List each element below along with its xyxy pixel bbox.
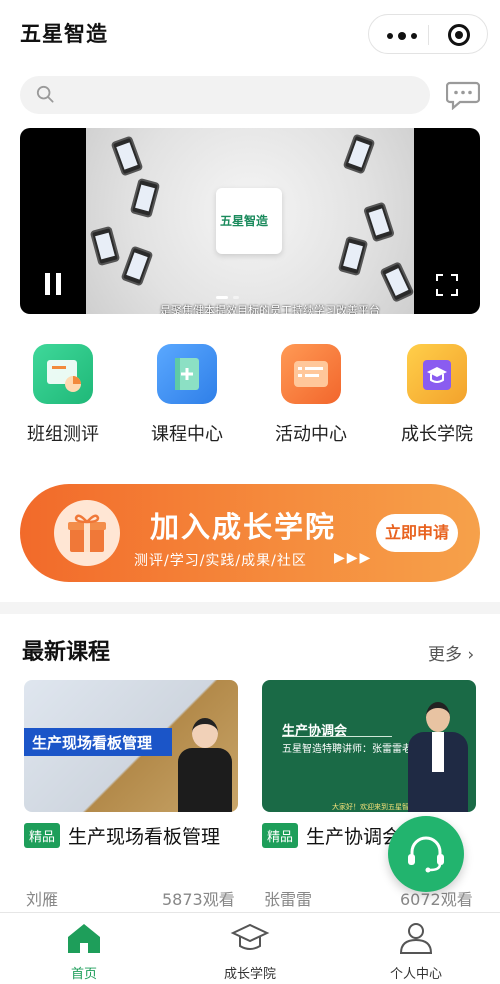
video-banner[interactable]: 五星智造 是聚焦健本提效目标的员工持续学习改善平台 (20, 128, 480, 314)
top-bar: 五星智造 (0, 0, 500, 68)
course-teacher: 张雷雷 (264, 890, 313, 909)
book-plus-icon (157, 344, 217, 404)
join-academy-banner[interactable]: 加入成长学院 测评/学习/实践/成果/社区 ▶▶▶ 立即申请 (20, 484, 480, 582)
course-thumbnail: 生产现场看板管理 (24, 680, 238, 812)
course-title: 生产现场看板管理 (68, 826, 221, 848)
activity-list-icon (281, 344, 341, 404)
graduation-cap-icon (230, 923, 270, 950)
tab-label: 个人中心 (389, 967, 442, 982)
brand-logo-text: 五星智造 (220, 214, 269, 228)
course-views: 5873观看 (162, 890, 235, 909)
search-input[interactable] (20, 76, 430, 114)
premium-tag: 精品 (24, 823, 61, 848)
feature-team-assessment[interactable]: 班组测评 (20, 344, 106, 446)
more-menu-icon[interactable] (387, 32, 417, 40)
graduation-cap-icon (407, 344, 467, 404)
lecturer-image (406, 702, 470, 812)
video-caption: 是聚焦健本提效目标的员工持续学习改善平台 (160, 304, 380, 314)
gift-icon (54, 500, 120, 566)
video-frame: 五星智造 (86, 128, 415, 314)
tab-growth-academy[interactable]: 成长学院 (190, 921, 310, 982)
feature-label: 班组测评 (27, 424, 99, 445)
bottom-tab-bar: 首页 成长学院 个人中心 (0, 912, 500, 984)
tab-home[interactable]: 首页 (24, 921, 144, 982)
feature-growth-academy[interactable]: 成长学院 (394, 344, 480, 446)
headset-icon (408, 836, 444, 873)
promo-title: 加入成长学院 (150, 510, 337, 544)
feature-label: 课程中心 (151, 424, 223, 445)
phone-graphic (89, 225, 121, 267)
section-divider (0, 602, 500, 614)
carousel-indicator (216, 296, 239, 299)
feature-label: 活动中心 (275, 424, 347, 445)
thumbnail-title-bar: 生产现场看板管理 (24, 728, 172, 756)
phone-graphic (379, 261, 415, 303)
course-card[interactable]: 生产现场看板管理 精品 生产现场看板管理 (24, 680, 238, 849)
lecturer-image (174, 718, 234, 812)
pause-icon[interactable] (44, 273, 64, 295)
customer-service-button[interactable] (388, 816, 464, 892)
phone-graphic (110, 135, 144, 177)
phone-graphic (120, 245, 154, 287)
clipboard-chart-icon (33, 344, 93, 404)
capsule-divider (428, 25, 429, 45)
feature-label: 成长学院 (401, 424, 473, 445)
mini-program-capsule (368, 14, 488, 54)
section-title: 最新课程 (22, 640, 111, 665)
fullscreen-icon[interactable] (436, 274, 458, 296)
message-icon[interactable] (446, 80, 480, 110)
home-icon (68, 924, 100, 953)
close-program-icon[interactable] (448, 24, 470, 46)
course-teacher: 刘雁 (26, 890, 59, 909)
apply-now-button[interactable]: 立即申请 (376, 514, 458, 552)
course-title: 生产协调会 (306, 826, 402, 848)
more-link[interactable]: 更多 › (428, 640, 474, 665)
phone-graphic (337, 235, 369, 277)
course-thumbnail: 生产协调会 五星智造特聘讲师：张雷雷老师 大家好！欢迎来到五星智造学习平台 (262, 680, 476, 812)
feature-activity-center[interactable]: 活动中心 (268, 344, 354, 446)
feature-course-center[interactable]: 课程中心 (144, 344, 230, 446)
promo-subtitle: 测评/学习/实践/成果/社区 (134, 553, 307, 569)
promo-arrows: ▶▶▶ (334, 550, 373, 566)
thumbnail-subtitle: 五星智造特聘讲师：张雷雷老师 (282, 744, 422, 755)
premium-tag: 精品 (262, 823, 299, 848)
thumbnail-title: 生产现场看板管理 (32, 734, 153, 752)
tab-label: 成长学院 (223, 967, 276, 982)
tab-profile[interactable]: 个人中心 (356, 921, 476, 982)
thumbnail-rule (282, 736, 392, 737)
phone-graphic (342, 133, 376, 175)
search-icon (36, 85, 54, 103)
brand-logo-card: 五星智造 (216, 188, 282, 254)
phone-graphic (362, 201, 396, 243)
user-icon (399, 923, 433, 954)
app-title: 五星智造 (20, 22, 108, 46)
phone-graphic (129, 177, 161, 219)
tab-label: 首页 (70, 967, 97, 982)
